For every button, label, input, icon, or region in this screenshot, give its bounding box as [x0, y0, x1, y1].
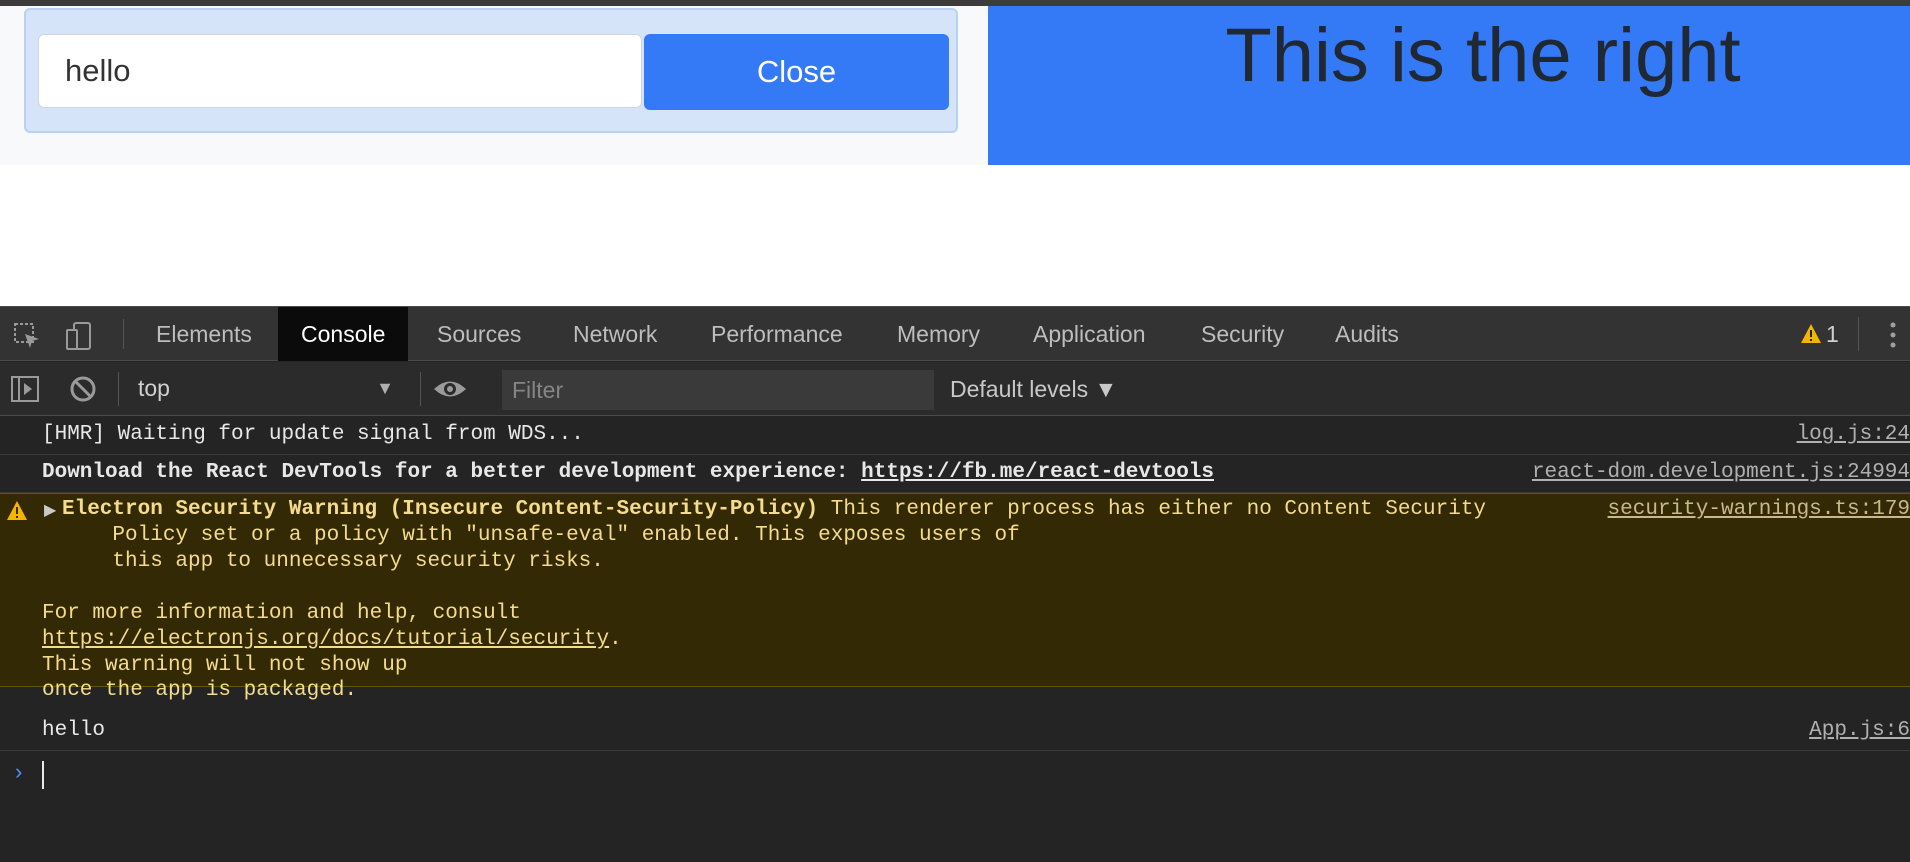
close-button[interactable]: Close [644, 34, 949, 110]
right-pane-title: This is the right [1225, 13, 1741, 98]
tab-console[interactable]: Console [278, 307, 409, 361]
default-levels-dropdown[interactable]: Default levels ▼ [950, 362, 1117, 416]
console-message-text: Download the React DevTools for a better… [42, 461, 1214, 484]
tab-network[interactable]: Network [550, 307, 680, 361]
left-pane: Close [0, 6, 988, 165]
tab-memory[interactable]: Memory [874, 307, 1003, 361]
app-view: Close This is the right [0, 6, 1910, 306]
warning-line-3: this app to unnecessary security risks. [62, 550, 604, 573]
toolbar-separator [1858, 317, 1859, 351]
tab-application[interactable]: Application [1010, 307, 1169, 361]
tab-security[interactable]: Security [1178, 307, 1307, 361]
context-value: top [138, 375, 170, 401]
warning-line-1: Electron Security Warning (Insecure Cont… [62, 498, 1486, 521]
console-message-source-link[interactable]: log.js:24 [1797, 423, 1910, 446]
live-expression-eye-icon[interactable] [432, 374, 468, 404]
warning-title: Electron Security Warning (Insecure Cont… [62, 498, 819, 521]
device-toolbar-icon[interactable] [64, 321, 94, 351]
console-message-prefix: Download the React DevTools for a better… [42, 461, 862, 484]
warning-triangle-icon [6, 500, 28, 529]
context-select[interactable]: top ▼ [124, 370, 404, 406]
console-toolbar: top ▼ Default levels ▼ [0, 362, 1910, 416]
console-message-text: hello [42, 719, 106, 742]
devtools-tab-bar: Elements Console Sources Network Perform… [0, 307, 1910, 361]
show-sidebar-icon[interactable] [10, 374, 40, 404]
more-vertical-icon[interactable] [1888, 321, 1898, 349]
toolbar-separator [123, 319, 124, 349]
warning-help-line: https://electronjs.org/docs/tutorial/sec… [42, 628, 622, 651]
tab-audits[interactable]: Audits [1312, 307, 1422, 361]
warning-line-1-text: This renderer process has either no Cont… [818, 498, 1487, 521]
warning-line-4: For more information and help, consult [42, 602, 521, 625]
filter-input[interactable] [502, 370, 934, 410]
devtools-panel: Elements Console Sources Network Perform… [0, 306, 1910, 862]
console-message-text: [HMR] Waiting for update signal from WDS… [42, 423, 584, 446]
warning-count[interactable]: 1 [1826, 307, 1839, 361]
console-message-source-link[interactable]: security-warnings.ts:179 [1608, 498, 1910, 521]
tab-elements[interactable]: Elements [133, 307, 275, 361]
console-message: hello App.js:6 [0, 713, 1910, 751]
console-message-source-link[interactable]: react-dom.development.js:24994 [1532, 461, 1910, 484]
electron-security-link[interactable]: https://electronjs.org/docs/tutorial/sec… [42, 628, 609, 651]
text-input[interactable] [38, 34, 642, 108]
console-prompt-caret: › [12, 761, 26, 786]
chevron-down-icon: ▼ [376, 378, 394, 398]
warning-line-6: once the app is packaged. [42, 679, 358, 702]
tab-performance[interactable]: Performance [688, 307, 866, 361]
console-input-cursor[interactable] [42, 761, 44, 789]
console-warning-message: ▶ Electron Security Warning (Insecure Co… [0, 493, 1910, 701]
toolbar-separator [118, 372, 119, 406]
clear-console-icon[interactable] [68, 374, 98, 404]
console-message: Download the React DevTools for a better… [0, 455, 1910, 493]
console-message: [HMR] Waiting for update signal from WDS… [0, 417, 1910, 455]
warning-triangle-icon[interactable] [1800, 323, 1822, 345]
expand-triangle-icon[interactable]: ▶ [44, 500, 56, 520]
warning-line-2: Policy set or a policy with "unsafe-eval… [62, 524, 1020, 547]
tab-sources[interactable]: Sources [414, 307, 544, 361]
console-message-source-link[interactable]: App.js:6 [1809, 719, 1910, 742]
warning-link-suffix: . [609, 628, 622, 651]
input-form: Close [24, 8, 958, 133]
console-output: [HMR] Waiting for update signal from WDS… [0, 417, 1910, 862]
warning-line-5: This warning will not show up [42, 654, 408, 677]
right-pane: This is the right [988, 6, 1910, 165]
toolbar-separator [420, 372, 421, 406]
inspect-element-icon[interactable] [12, 321, 42, 351]
react-devtools-link[interactable]: https://fb.me/react-devtools [861, 461, 1214, 484]
